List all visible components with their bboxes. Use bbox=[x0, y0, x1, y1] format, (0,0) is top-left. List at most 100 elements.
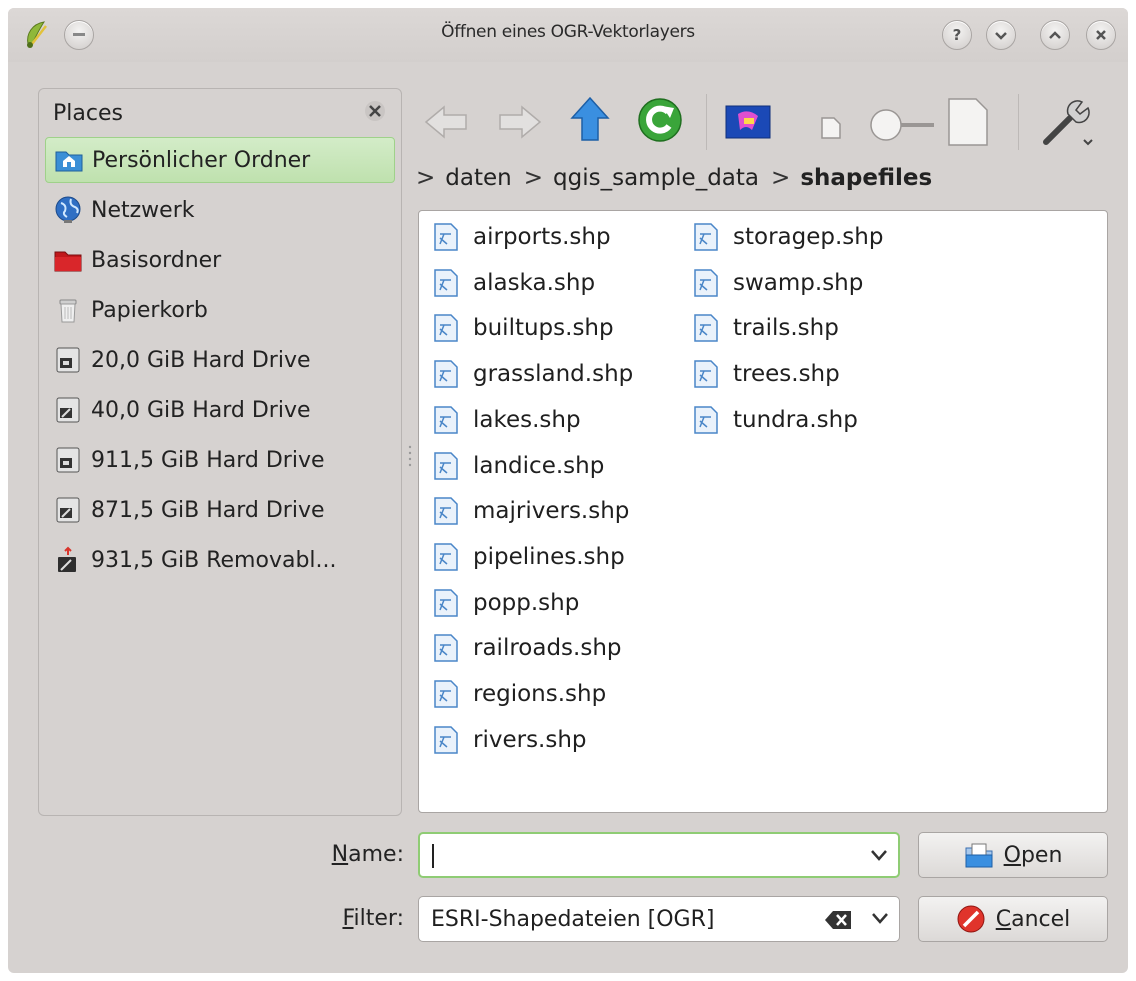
minimize-button[interactable] bbox=[986, 20, 1016, 50]
name-input[interactable] bbox=[418, 832, 900, 878]
file-item[interactable]: majrivers.shp bbox=[433, 489, 629, 533]
text-cursor bbox=[432, 844, 434, 868]
places-panel: Places Persönlicher Ordner Netzwerk Basi… bbox=[38, 88, 402, 816]
file-item[interactable]: popp.shp bbox=[433, 581, 579, 625]
open-button[interactable]: Open bbox=[918, 832, 1108, 878]
file-name: storagep.shp bbox=[733, 224, 884, 250]
filter-value: ESRI-Shapedateien [OGR] bbox=[431, 906, 715, 932]
breadcrumb-current[interactable]: shapefiles bbox=[800, 165, 932, 191]
breadcrumb-separator: > bbox=[523, 165, 544, 191]
file-name: alaska.shp bbox=[473, 269, 596, 296]
file-item[interactable]: trails.shp bbox=[693, 306, 839, 350]
cancel-button-label: Cancel bbox=[995, 906, 1071, 932]
chevron-down-icon[interactable] bbox=[871, 911, 889, 925]
hard-drive-icon bbox=[56, 447, 80, 473]
file-name: landice.shp bbox=[473, 452, 605, 479]
close-button[interactable] bbox=[1086, 20, 1116, 50]
reload-icon[interactable] bbox=[636, 96, 684, 144]
zoom-slider[interactable] bbox=[864, 108, 936, 142]
file-item[interactable]: trees.shp bbox=[693, 352, 840, 396]
breadcrumb: > daten > qgis_sample_data > shapefiles bbox=[416, 160, 944, 196]
close-places-icon[interactable] bbox=[363, 99, 387, 123]
hard-drive-icon bbox=[56, 347, 80, 373]
file-item[interactable]: swamp.shp bbox=[693, 261, 863, 305]
shapefile-icon bbox=[434, 497, 458, 525]
place-item-trash[interactable]: Papierkorb bbox=[45, 287, 395, 333]
cancel-button[interactable]: Cancel bbox=[918, 896, 1108, 942]
zoom-large-icon[interactable] bbox=[946, 96, 990, 148]
splitter-handle[interactable] bbox=[408, 444, 412, 468]
breadcrumb-item[interactable]: qgis_sample_data bbox=[553, 165, 759, 191]
place-item-drive-871[interactable]: 871,5 GiB Hard Drive bbox=[45, 487, 395, 533]
hard-drive-icon bbox=[56, 497, 80, 523]
shapefile-icon bbox=[434, 543, 458, 571]
toolbar-separator bbox=[1018, 94, 1019, 150]
file-item[interactable]: lakes.shp bbox=[433, 398, 581, 442]
file-item[interactable]: rivers.shp bbox=[433, 718, 587, 762]
place-item-network[interactable]: Netzwerk bbox=[45, 187, 395, 233]
zoom-small-icon[interactable] bbox=[820, 116, 842, 140]
place-label: 931,5 GiB Removabl... bbox=[91, 547, 337, 573]
filter-select[interactable]: ESRI-Shapedateien [OGR] bbox=[418, 896, 900, 942]
place-label: Basisordner bbox=[91, 247, 222, 273]
file-item[interactable]: builtups.shp bbox=[433, 306, 614, 350]
file-item[interactable]: grassland.shp bbox=[433, 352, 633, 396]
place-label: Papierkorb bbox=[91, 297, 208, 323]
chevron-down-icon[interactable] bbox=[870, 848, 888, 862]
place-label: 20,0 GiB Hard Drive bbox=[91, 347, 311, 373]
file-item[interactable]: landice.shp bbox=[433, 444, 604, 488]
toolbar-separator bbox=[706, 94, 707, 150]
file-item[interactable]: pipelines.shp bbox=[433, 535, 625, 579]
file-list[interactable]: airports.shp alaska.shp builtups.shp grassl… bbox=[418, 210, 1108, 813]
maximize-button[interactable] bbox=[1040, 20, 1070, 50]
shapefile-icon bbox=[434, 268, 458, 297]
title-bar[interactable]: Öffnen eines OGR-Vektorlayers ? bbox=[8, 8, 1128, 62]
place-label: Netzwerk bbox=[91, 197, 195, 223]
file-item[interactable]: storagep.shp bbox=[693, 215, 883, 259]
file-item[interactable]: tundra.shp bbox=[693, 398, 858, 442]
file-item[interactable]: airports.shp bbox=[433, 215, 611, 259]
shapefile-icon bbox=[434, 360, 458, 388]
file-name: grassland.shp bbox=[473, 361, 634, 388]
place-label: 911,5 GiB Hard Drive bbox=[91, 447, 325, 473]
place-item-drive-20[interactable]: 20,0 GiB Hard Drive bbox=[45, 337, 395, 383]
help-button[interactable]: ? bbox=[942, 20, 972, 50]
shapefile-icon bbox=[694, 360, 718, 388]
shapefile-icon bbox=[434, 680, 458, 708]
preview-icon[interactable] bbox=[724, 104, 772, 140]
file-name: lakes.shp bbox=[473, 406, 581, 433]
shapefile-icon bbox=[694, 268, 718, 297]
options-wrench-icon[interactable] bbox=[1040, 96, 1096, 150]
help-icon: ? bbox=[952, 26, 962, 44]
place-item-removable[interactable]: 931,5 GiB Removabl... bbox=[45, 537, 395, 583]
up-arrow-icon[interactable] bbox=[570, 96, 610, 144]
back-arrow-icon[interactable] bbox=[424, 104, 470, 140]
trash-icon bbox=[59, 299, 77, 323]
cancel-icon bbox=[957, 905, 985, 933]
home-folder-icon bbox=[55, 151, 83, 172]
place-item-root[interactable]: Basisordner bbox=[45, 237, 395, 283]
breadcrumb-item[interactable]: daten bbox=[445, 165, 511, 191]
shapefile-icon bbox=[434, 406, 458, 434]
file-item[interactable]: regions.shp bbox=[433, 672, 606, 716]
file-name: regions.shp bbox=[473, 681, 607, 707]
shapefile-icon bbox=[694, 314, 718, 343]
clear-text-icon[interactable] bbox=[823, 909, 853, 931]
shapefile-icon bbox=[434, 223, 458, 251]
close-icon bbox=[1096, 30, 1106, 40]
file-item[interactable]: railroads.shp bbox=[433, 626, 622, 670]
shapefile-icon bbox=[434, 588, 458, 617]
forward-arrow-icon[interactable] bbox=[496, 104, 542, 140]
file-name: popp.shp bbox=[473, 589, 580, 616]
minimize-icon bbox=[995, 32, 1007, 40]
place-item-drive-40[interactable]: 40,0 GiB Hard Drive bbox=[45, 387, 395, 433]
file-item[interactable]: alaska.shp bbox=[433, 261, 595, 305]
open-button-label: Open bbox=[1003, 842, 1063, 868]
place-item-drive-911[interactable]: 911,5 GiB Hard Drive bbox=[45, 437, 395, 483]
name-label: Name: bbox=[331, 842, 404, 867]
open-folder-icon bbox=[965, 843, 993, 868]
maximize-icon bbox=[1049, 31, 1061, 39]
hard-drive-icon bbox=[56, 397, 80, 423]
file-name: trees.shp bbox=[733, 361, 840, 388]
place-item-home[interactable]: Persönlicher Ordner bbox=[45, 137, 395, 183]
